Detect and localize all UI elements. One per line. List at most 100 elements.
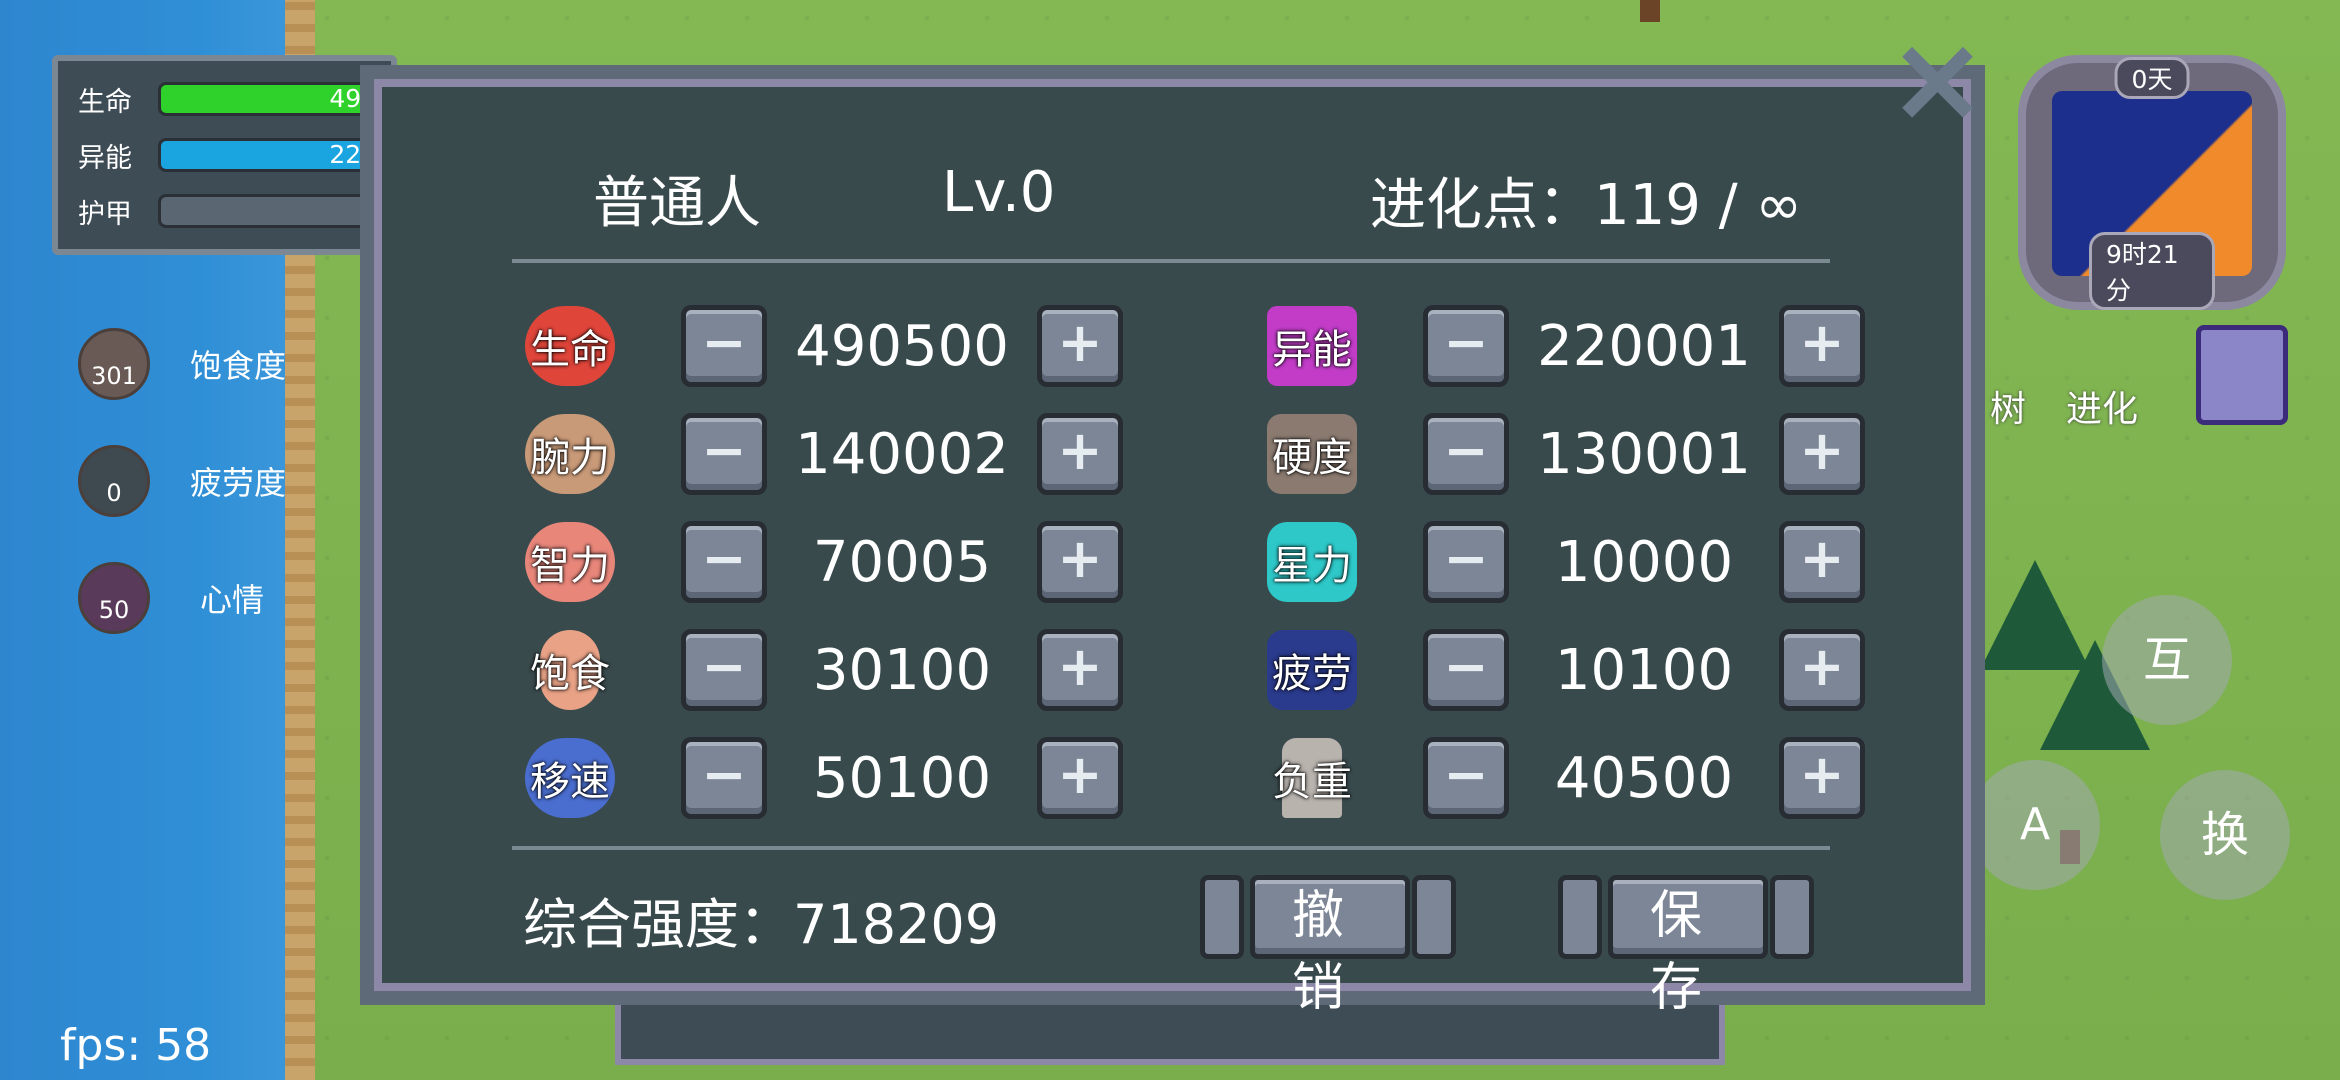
stat-value: 10100: [1554, 637, 1734, 703]
stat-row-speed: 移速 − 50100 +: [515, 735, 1123, 821]
undo-button-cap-right: [1412, 875, 1456, 959]
fatigue-value: 0: [106, 479, 122, 507]
fatigue-icon: 0: [78, 445, 150, 517]
stat-value: 10000: [1554, 529, 1734, 595]
plus-button[interactable]: +: [1037, 413, 1123, 495]
stat-name: 饱食: [530, 651, 610, 697]
satiety-label: 饱食度: [190, 347, 287, 385]
evolve-button[interactable]: 进化: [2066, 380, 2138, 432]
armor-label: 护甲: [78, 198, 132, 230]
energy-label: 异能: [78, 142, 132, 174]
life-label: 生命: [78, 86, 132, 118]
mood-value: 50: [98, 596, 130, 624]
dialog-bottom-tab: [615, 1005, 1725, 1065]
fatigue-label: 疲劳度: [190, 464, 287, 502]
stat-value: 220001: [1537, 313, 1751, 379]
undo-button[interactable]: 撤销: [1250, 875, 1410, 1018]
minus-button[interactable]: −: [1423, 413, 1509, 495]
crystal-star-icon: 星力: [1257, 517, 1367, 607]
minus-button[interactable]: −: [1423, 521, 1509, 603]
mood-icon: 50: [78, 562, 150, 634]
plus-button[interactable]: +: [1779, 629, 1865, 711]
stat-row-hardness: 硬度 − 130001 +: [1257, 411, 1865, 497]
stat-row-strength: 腕力 − 140002 +: [515, 411, 1123, 497]
plus-button[interactable]: +: [1037, 629, 1123, 711]
stat-name: 硬度: [1272, 435, 1352, 481]
stat-value: 40500: [1554, 745, 1734, 811]
stat-value: 70005: [812, 529, 992, 595]
satiety-status: 301 饱食度: [78, 328, 286, 400]
fatigue-status: 0 疲劳度: [78, 445, 286, 517]
stat-name: 移速: [530, 759, 610, 805]
stat-name: 智力: [530, 543, 610, 589]
minus-button[interactable]: −: [681, 629, 767, 711]
fps-counter: fps: 58: [60, 1020, 212, 1071]
drumstick-icon: 饱食: [515, 625, 625, 715]
heart-icon: 生命: [515, 301, 625, 391]
plus-button[interactable]: +: [1037, 737, 1123, 819]
stat-name: 异能: [1272, 327, 1352, 373]
save-button-cap-right: [1770, 875, 1814, 959]
stat-value: 130001: [1537, 421, 1751, 487]
stat-row-fatigue: 疲劳 − 10100 +: [1257, 627, 1865, 713]
satiety-icon: 301: [78, 328, 150, 400]
stat-row-load: 负重 − 40500 +: [1257, 735, 1865, 821]
stat-row-ability: 异能 − 220001 +: [1257, 303, 1865, 389]
close-icon[interactable]: ×: [1885, 20, 1990, 140]
footer-divider: [512, 846, 1830, 850]
satiety-value: 301: [91, 362, 137, 390]
save-button-cap-left: [1558, 875, 1602, 959]
minus-button[interactable]: −: [681, 521, 767, 603]
wing-boot-icon: 移速: [515, 733, 625, 823]
weight-icon: 负重: [1257, 733, 1367, 823]
plus-button[interactable]: +: [1779, 305, 1865, 387]
undo-button-cap-left: [1200, 875, 1244, 959]
fatigue-icon: 疲劳: [1257, 625, 1367, 715]
plus-button[interactable]: +: [1037, 521, 1123, 603]
stat-row-satiety: 饱食 − 30100 +: [515, 627, 1123, 713]
stat-value: 30100: [812, 637, 992, 703]
minus-button[interactable]: −: [681, 737, 767, 819]
minus-button[interactable]: −: [1423, 629, 1509, 711]
quest-scroll-icon[interactable]: [2196, 325, 2288, 425]
plus-button[interactable]: +: [1779, 737, 1865, 819]
shield-icon: 硬度: [1257, 409, 1367, 499]
stat-row-starpower: 星力 − 10000 +: [1257, 519, 1865, 605]
stat-name: 生命: [530, 327, 610, 373]
minus-button[interactable]: −: [681, 305, 767, 387]
level-label: Lv.0: [942, 160, 1056, 225]
plus-button[interactable]: +: [1037, 305, 1123, 387]
stat-name: 负重: [1272, 759, 1352, 805]
minus-button[interactable]: −: [1423, 737, 1509, 819]
stat-value: 50100: [812, 745, 992, 811]
minus-button[interactable]: −: [1423, 305, 1509, 387]
day-clock[interactable]: 0天 9时21分: [2018, 55, 2286, 310]
plus-button[interactable]: +: [1779, 413, 1865, 495]
save-button[interactable]: 保存: [1608, 875, 1768, 1018]
tree-label[interactable]: 树: [1990, 380, 2026, 432]
switch-button[interactable]: 换: [2160, 770, 2290, 900]
total-strength: 综合强度：718209: [523, 893, 1000, 956]
rank-title: 普通人: [593, 171, 761, 236]
time-display: 9时21分: [2089, 232, 2215, 310]
evolution-points: 进化点：119 / ∞: [1370, 173, 1803, 238]
stat-value: 490500: [795, 313, 1009, 379]
mood-status: 50 心情: [78, 562, 264, 634]
tree-trunk: [1640, 0, 1660, 22]
stat-value: 140002: [795, 421, 1009, 487]
brain-icon: 智力: [515, 517, 625, 607]
minus-button[interactable]: −: [681, 413, 767, 495]
stat-row-life: 生命 − 490500 +: [515, 303, 1123, 389]
stat-name: 星力: [1272, 543, 1352, 589]
attack-button[interactable]: A: [1970, 760, 2100, 890]
plus-button[interactable]: +: [1779, 521, 1865, 603]
header-divider: [512, 259, 1830, 263]
fist-icon: 腕力: [515, 409, 625, 499]
stat-name: 疲劳: [1272, 651, 1352, 697]
day-counter: 0天: [2114, 57, 2190, 99]
mood-label: 心情: [200, 581, 265, 619]
player-hud: 生命 490500 / 4 异能 220001 / 2 护甲 0 / 0: [52, 55, 478, 255]
interact-button[interactable]: 互: [2102, 595, 2232, 725]
stat-name: 腕力: [530, 435, 610, 481]
star-icon: 异能: [1257, 301, 1367, 391]
